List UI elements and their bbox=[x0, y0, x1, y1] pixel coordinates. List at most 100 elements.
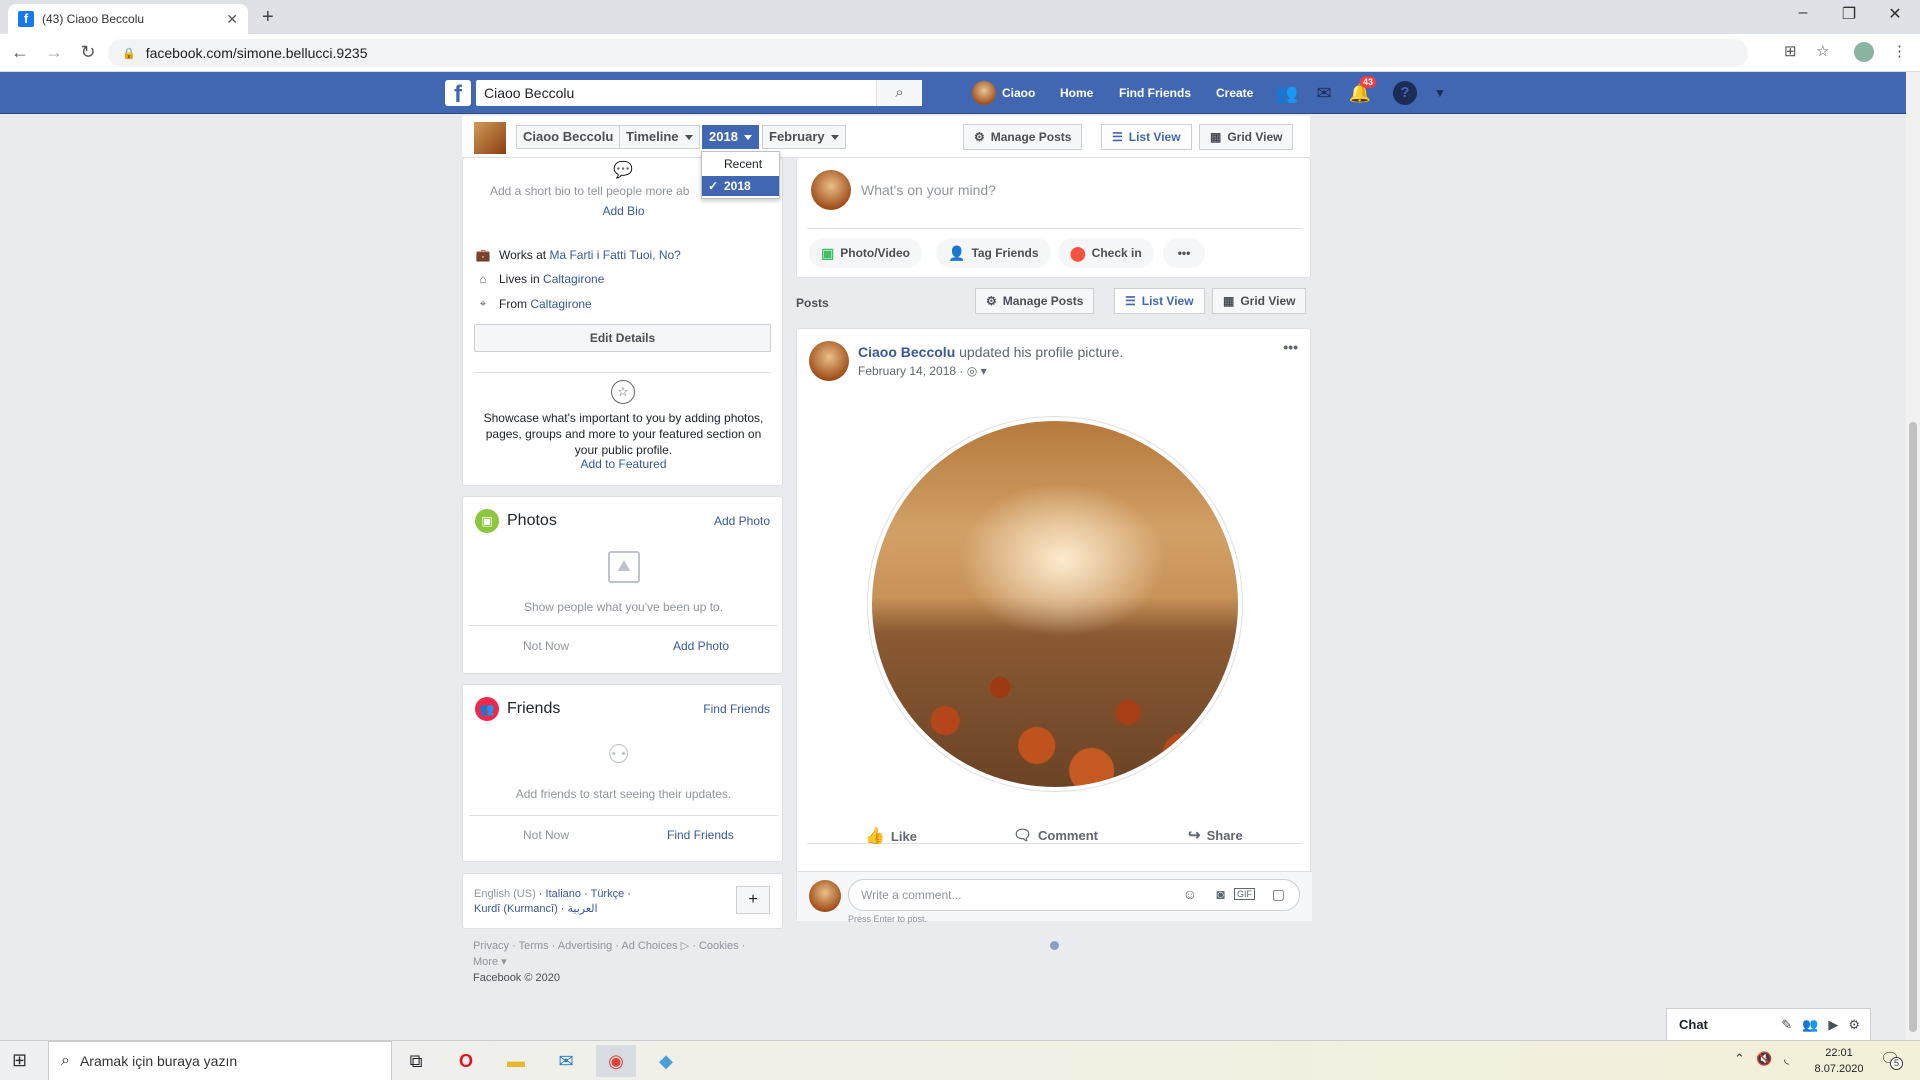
facebook-logo-icon[interactable]: f bbox=[445, 80, 471, 106]
bookmark-star-icon[interactable]: ☆ bbox=[1816, 42, 1829, 60]
sticker-icon[interactable]: ▢ bbox=[1272, 886, 1285, 903]
language-italiano[interactable]: Italiano bbox=[546, 888, 581, 900]
photos-not-now[interactable]: Not Now bbox=[523, 639, 569, 653]
nav-find-friends[interactable]: Find Friends bbox=[1119, 72, 1191, 114]
search-box[interactable]: Ciaoo Beccolu ⌕ bbox=[476, 80, 922, 106]
volume-muted-icon[interactable]: 🔇 bbox=[1756, 1051, 1772, 1067]
add-featured-link[interactable]: Add to Featured bbox=[463, 457, 784, 471]
language-arabic[interactable]: العربية bbox=[568, 903, 598, 915]
share-button[interactable]: ↪ Share bbox=[1188, 826, 1243, 844]
scrollbar-thumb[interactable] bbox=[1909, 422, 1917, 1032]
help-icon[interactable]: ? bbox=[1393, 81, 1417, 105]
footer-cookies[interactable]: Cookies bbox=[699, 940, 739, 952]
friend-requests-icon[interactable]: 👥 bbox=[1275, 81, 1299, 105]
add-photo-header-link[interactable]: Add Photo bbox=[714, 514, 770, 528]
profile-avatar-icon[interactable] bbox=[1854, 42, 1874, 62]
page-scrollbar[interactable] bbox=[1906, 72, 1920, 1040]
friends-not-now[interactable]: Not Now bbox=[523, 828, 569, 842]
year-dropdown-button[interactable]: 2018 bbox=[702, 125, 759, 149]
timeline-name-button[interactable]: Ciaoo Beccolu bbox=[516, 125, 621, 149]
posts-grid-view-button[interactable]: ▦ Grid View bbox=[1212, 288, 1307, 314]
nav-home[interactable]: Home bbox=[1060, 72, 1093, 114]
new-message-icon[interactable]: ✎ bbox=[1781, 1017, 1792, 1033]
browser-tab[interactable]: f (43) Ciaoo Beccolu ✕ bbox=[8, 4, 248, 34]
more-options-icon[interactable]: ••• bbox=[1163, 238, 1205, 268]
notifications-icon[interactable]: 🔔 43 bbox=[1348, 76, 1377, 105]
restore-icon[interactable]: ❐ bbox=[1826, 4, 1872, 24]
photo-video-button[interactable]: ▣ Photo/Video bbox=[809, 238, 923, 268]
dropdown-item-recent[interactable]: Recent bbox=[702, 154, 779, 174]
manage-posts-button[interactable]: ⚙ Manage Posts bbox=[963, 124, 1083, 150]
windows-start-icon[interactable]: ⊞ bbox=[12, 1050, 27, 1071]
gif-icon[interactable]: GIF bbox=[1234, 888, 1255, 900]
footer-more[interactable]: More bbox=[473, 956, 498, 968]
add-language-icon[interactable]: + bbox=[736, 886, 770, 914]
tray-chevron-up-icon[interactable]: ⌃ bbox=[1734, 1051, 1745, 1067]
search-icon[interactable]: ⌕ bbox=[876, 80, 922, 106]
edit-details-button[interactable]: Edit Details bbox=[474, 324, 771, 352]
wifi-icon[interactable]: ◟ bbox=[1784, 1051, 1789, 1067]
timeline-dropdown-button[interactable]: Timeline bbox=[619, 125, 700, 149]
file-explorer-icon[interactable]: ▬ bbox=[496, 1045, 536, 1077]
task-view-icon[interactable]: ⧉ bbox=[396, 1045, 436, 1077]
find-friends-header-link[interactable]: Find Friends bbox=[703, 702, 770, 716]
search-input[interactable]: Ciaoo Beccolu bbox=[476, 80, 876, 106]
tag-friends-button[interactable]: 👤 Tag Friends bbox=[936, 238, 1051, 268]
like-button[interactable]: 👍 Like bbox=[865, 826, 917, 846]
url-field[interactable]: 🔒 facebook.com/simone.bellucci.9235 bbox=[108, 39, 1748, 67]
composer-input[interactable]: What's on your mind? bbox=[861, 182, 996, 198]
forward-icon[interactable]: → bbox=[40, 42, 68, 63]
translate-icon[interactable]: ⊞ bbox=[1784, 42, 1797, 60]
profile-picture-image[interactable] bbox=[872, 421, 1238, 787]
post-author-link[interactable]: Ciaoo Beccolu bbox=[858, 344, 955, 360]
chrome-icon[interactable]: ◉ bbox=[596, 1045, 636, 1077]
dropdown-item-2018[interactable]: 2018 bbox=[702, 176, 779, 196]
from-link[interactable]: Caltagirone bbox=[530, 297, 591, 311]
clock[interactable]: 22:01 8.07.2020 bbox=[1810, 1045, 1868, 1077]
app-icon[interactable]: ◆ bbox=[646, 1045, 686, 1077]
avatar[interactable] bbox=[809, 341, 849, 381]
add-bio-link[interactable]: Add Bio bbox=[463, 204, 784, 218]
photos-add-photo[interactable]: Add Photo bbox=[673, 639, 729, 653]
close-tab-icon[interactable]: ✕ bbox=[226, 11, 238, 28]
comment-input[interactable]: Write a comment... ☺ ◙ GIF ▢ bbox=[848, 879, 1300, 911]
posts-manage-posts-button[interactable]: ⚙ Manage Posts bbox=[975, 288, 1095, 314]
action-center-icon[interactable]: 🗨5 bbox=[1880, 1049, 1903, 1070]
account-menu-icon[interactable]: ▼ bbox=[1428, 81, 1452, 105]
opera-icon[interactable]: O bbox=[446, 1045, 486, 1077]
language-kurdi[interactable]: Kurdî (Kurmancî) bbox=[474, 903, 558, 915]
taskbar-search[interactable]: ⌕ Aramak için buraya yazın bbox=[48, 1041, 392, 1080]
chat-bar[interactable]: Chat ✎ 👥 ▶ ⚙ bbox=[1666, 1008, 1871, 1040]
post-date[interactable]: February 14, 2018 bbox=[858, 364, 956, 378]
comment-button[interactable]: 🗨 Comment bbox=[1013, 826, 1098, 844]
posts-list-view-button[interactable]: ☰ List View bbox=[1114, 288, 1205, 314]
globe-icon[interactable]: ◎ bbox=[967, 364, 977, 378]
list-view-button[interactable]: ☰ List View bbox=[1101, 124, 1192, 150]
month-dropdown-button[interactable]: February bbox=[762, 125, 846, 149]
footer-advertising[interactable]: Advertising bbox=[558, 940, 612, 952]
profile-thumbnail[interactable] bbox=[474, 122, 506, 154]
video-icon[interactable]: ▶ bbox=[1828, 1017, 1838, 1033]
messenger-icon[interactable]: ✉ bbox=[1312, 81, 1336, 105]
group-chat-icon[interactable]: 👥 bbox=[1802, 1017, 1818, 1033]
post-menu-icon[interactable]: ••• bbox=[1283, 339, 1298, 355]
lives-in-link[interactable]: Caltagirone bbox=[543, 272, 604, 286]
gear-icon[interactable]: ⚙ bbox=[1848, 1017, 1860, 1033]
works-at-link[interactable]: Ma Farti i Fatti Tuoi, No? bbox=[549, 248, 680, 262]
camera-icon[interactable]: ◙ bbox=[1217, 886, 1225, 902]
footer-privacy[interactable]: Privacy bbox=[473, 940, 509, 952]
reload-icon[interactable]: ↻ bbox=[74, 42, 102, 63]
emoji-icon[interactable]: ☺ bbox=[1183, 886, 1197, 902]
new-tab-icon[interactable]: + bbox=[262, 6, 274, 29]
chevron-down-icon[interactable]: ▾ bbox=[981, 364, 987, 378]
close-window-icon[interactable]: ✕ bbox=[1872, 4, 1918, 24]
minimize-icon[interactable]: – bbox=[1780, 4, 1826, 22]
check-in-button[interactable]: ⬤ Check in bbox=[1058, 238, 1154, 268]
footer-terms[interactable]: Terms bbox=[519, 940, 549, 952]
profile-nav-link[interactable]: Ciaoo bbox=[972, 72, 1035, 114]
grid-view-button[interactable]: ▦ Grid View bbox=[1199, 124, 1294, 150]
footer-ad-choices[interactable]: Ad Choices bbox=[621, 940, 677, 952]
nav-create[interactable]: Create bbox=[1216, 72, 1253, 114]
friends-find-friends[interactable]: Find Friends bbox=[667, 828, 734, 842]
mail-icon[interactable]: ✉ bbox=[546, 1045, 586, 1077]
